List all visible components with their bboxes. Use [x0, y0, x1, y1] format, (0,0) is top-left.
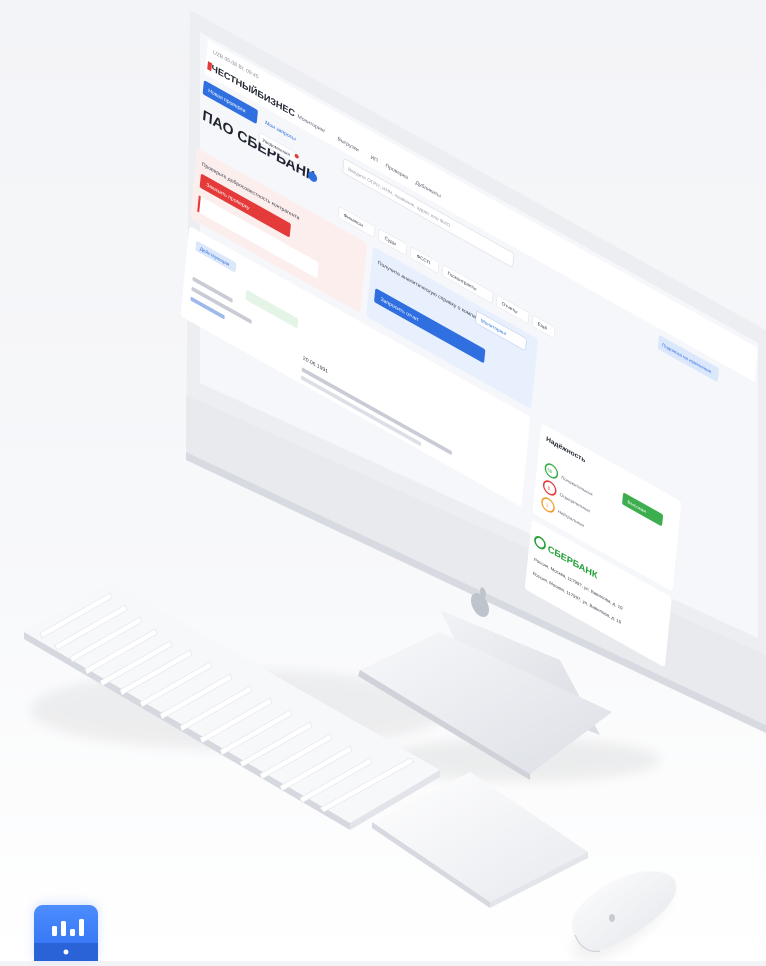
bar-chart-glyph [34, 919, 98, 961]
imac-scene: UZB 05.08 Вт, 09:45 ЧЕСТНЫЙБИЗНЕС Монито… [24, 10, 766, 961]
mouse-logo-icon [609, 914, 615, 922]
mouse [571, 871, 677, 961]
bar-chart-icon [34, 905, 98, 961]
